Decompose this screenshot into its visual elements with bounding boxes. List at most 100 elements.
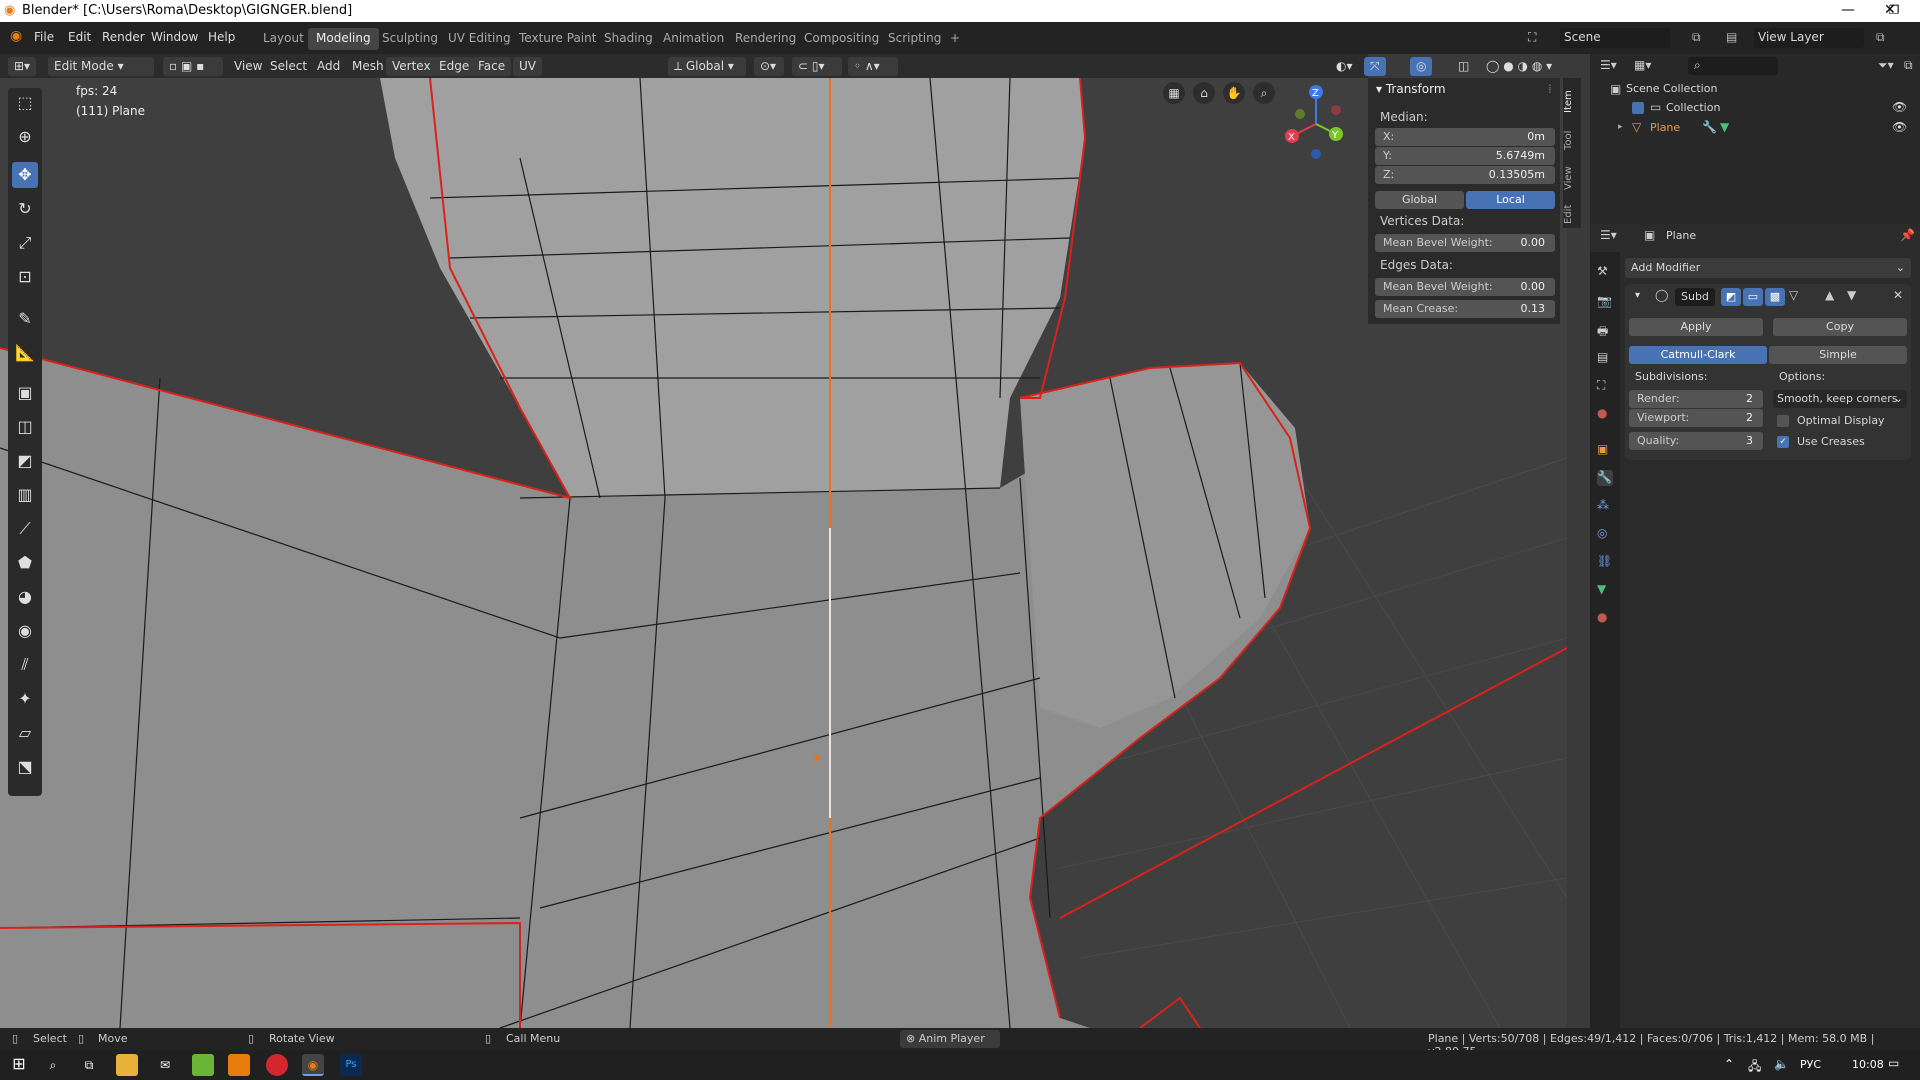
view-layer-icon[interactable]: ▤ <box>1726 30 1737 44</box>
move-icon[interactable]: ✥ <box>12 162 38 188</box>
task-view-icon[interactable]: ⧉ <box>78 1054 100 1076</box>
start-windows-icon[interactable]: ⊞ <box>8 1054 30 1076</box>
tab-edit[interactable]: Edit <box>1563 200 1581 228</box>
blender-taskbar-icon[interactable]: ◉ <box>302 1054 324 1076</box>
zoom-icon[interactable]: ⌕ <box>1253 82 1275 104</box>
3d-viewport[interactable]: fps: 24 (111) Plane ▦ ⌂ ✋ ⌕ Z X Y <box>0 78 1567 1028</box>
pin-icon[interactable]: 📌 <box>1900 228 1915 242</box>
overlay-toggle-icon[interactable]: ◎ <box>1410 57 1433 76</box>
menu-render[interactable]: Render <box>102 30 145 44</box>
viewport-toggle-icon[interactable]: ▭ <box>1743 288 1763 306</box>
tool-settings-icon[interactable]: ⚒ <box>1597 264 1613 280</box>
render-props-icon[interactable]: 📷 <box>1597 294 1613 310</box>
move-up-icon[interactable]: ▲ <box>1825 288 1834 302</box>
simple-button[interactable]: Simple <box>1769 346 1907 364</box>
close-button[interactable]: ✕ <box>1884 2 1896 18</box>
camera-icon[interactable]: ⌂ <box>1193 82 1215 104</box>
menu-help[interactable]: Help <box>208 30 235 44</box>
menu-edit[interactable]: Edit <box>68 30 91 44</box>
tab-item[interactable]: Item <box>1563 86 1581 118</box>
xray-icon[interactable]: ◫ <box>1452 57 1475 76</box>
file-explorer-icon[interactable] <box>116 1054 138 1076</box>
shrink-fatten-icon[interactable]: ✦ <box>12 686 38 712</box>
tab-tool[interactable]: Tool <box>1563 124 1581 156</box>
outliner-editor-icon[interactable]: ☰▾ <box>1600 58 1617 72</box>
app-green-icon[interactable] <box>192 1054 214 1076</box>
menu-vertex[interactable]: Vertex <box>386 57 437 76</box>
orientation-dropdown[interactable]: ⟂ Global ▾ <box>668 57 746 76</box>
tab-shading[interactable]: Shading <box>596 28 661 50</box>
minimize-button[interactable]: — <box>1825 0 1871 22</box>
editmode-toggle-icon[interactable]: ◩ <box>1721 288 1741 306</box>
mesh-data-props-icon[interactable]: ▼ <box>1597 582 1613 598</box>
cursor-icon[interactable]: ⊕ <box>12 124 38 150</box>
modifier-name-input[interactable]: Subd <box>1675 288 1715 306</box>
constraints-props-icon[interactable]: ⛓ <box>1597 554 1613 570</box>
new-view-layer-icon[interactable]: ⧉ <box>1876 30 1885 45</box>
shading-mode-group[interactable]: ◯ ● ◑ ◍ ▾ <box>1480 57 1576 76</box>
cancel-job-icon[interactable]: ⊗ <box>906 1032 915 1045</box>
tab-sculpting[interactable]: Sculpting <box>374 28 446 50</box>
mesh-data-icon[interactable]: ▼ <box>1720 120 1729 134</box>
extrude-icon[interactable]: ▣ <box>12 380 38 406</box>
menu-view[interactable]: View <box>228 57 268 76</box>
drag-handle-icon[interactable]: ⁞ <box>1548 82 1552 96</box>
expand-arrow-icon[interactable]: ▸ <box>1618 122 1623 132</box>
apply-button[interactable]: Apply <box>1629 318 1763 336</box>
tab-layout[interactable]: Layout <box>255 28 312 50</box>
collapse-arrow-icon[interactable]: ▾ <box>1635 290 1640 301</box>
bevel-icon[interactable]: ◩ <box>12 448 38 474</box>
scene-selector[interactable]: Scene <box>1560 28 1670 48</box>
tray-chevron-icon[interactable]: ⌃ <box>1724 1057 1734 1071</box>
copy-button[interactable]: Copy <box>1773 318 1907 336</box>
mean-bevel-vertex-field[interactable]: Mean Bevel Weight: 0.00 <box>1375 234 1555 252</box>
tab-compositing[interactable]: Compositing <box>796 28 887 50</box>
world-props-icon[interactable]: ● <box>1597 406 1613 422</box>
snap-icon[interactable]: ⊂ ▯▾ <box>792 57 842 76</box>
material-props-icon[interactable]: ● <box>1597 610 1613 626</box>
mean-bevel-edge-field[interactable]: Mean Bevel Weight: 0.00 <box>1375 278 1555 296</box>
use-creases-checkbox[interactable]: ✓ <box>1777 436 1789 448</box>
tab-view[interactable]: View <box>1563 162 1581 194</box>
gizmo-toggle-icon[interactable]: ⤧ <box>1364 57 1386 76</box>
render-levels-field[interactable]: Render: 2 <box>1629 390 1763 408</box>
edge-slide-icon[interactable]: ⫽ <box>12 652 38 678</box>
menu-edge[interactable]: Edge <box>433 57 476 76</box>
collection-checkbox[interactable] <box>1632 102 1644 114</box>
spin-icon[interactable]: ◕ <box>12 584 38 610</box>
rip-icon[interactable]: ⬔ <box>12 754 38 780</box>
tab-scripting[interactable]: Scripting <box>880 28 949 50</box>
tab-animation[interactable]: Animation <box>655 28 732 50</box>
view-layer-props-icon[interactable]: ▤ <box>1597 350 1613 366</box>
pivot-icon[interactable]: ⊙▾ <box>754 57 784 76</box>
menu-face[interactable]: Face <box>472 57 512 76</box>
language-indicator[interactable]: РУС <box>1800 1058 1821 1071</box>
clock[interactable]: 10:08 <box>1852 1058 1884 1071</box>
volume-icon[interactable]: 🔈 <box>1774 1057 1789 1071</box>
tab-rendering[interactable]: Rendering <box>727 28 804 50</box>
add-modifier-dropdown[interactable]: Add Modifier ⌄ <box>1625 258 1911 278</box>
tab-modeling[interactable]: Modeling <box>308 28 379 50</box>
menu-file[interactable]: File <box>34 30 54 44</box>
optimal-display-checkbox[interactable] <box>1777 415 1789 427</box>
transform-panel-header[interactable]: ▾ Transform <box>1376 82 1446 96</box>
blender-menu-icon[interactable]: ◉ <box>10 28 22 44</box>
proportional-edit-icon[interactable]: ◦ ∧▾ <box>848 57 898 76</box>
app-orange-icon[interactable] <box>228 1054 250 1076</box>
cage-toggle-icon[interactable]: ▽ <box>1789 288 1798 302</box>
filter-icon[interactable]: ⏷▾ <box>1878 58 1894 73</box>
plane-eye-icon[interactable]: 👁 <box>1892 120 1907 134</box>
particles-props-icon[interactable]: ⁂ <box>1597 498 1613 514</box>
shear-icon[interactable]: ▱ <box>12 720 38 746</box>
output-props-icon[interactable]: 🖶 <box>1597 322 1613 338</box>
select-mode-group[interactable]: ▫ ▣ ▪ <box>163 57 223 76</box>
grid-view-icon[interactable]: ▦ <box>1163 82 1185 104</box>
remove-modifier-icon[interactable]: ✕ <box>1893 288 1903 302</box>
menu-mesh[interactable]: Mesh <box>346 57 390 76</box>
anim-player-job[interactable]: ⊗ Anim Player <box>900 1030 1000 1048</box>
scale-icon[interactable]: ⤢ <box>12 230 38 256</box>
y-field[interactable]: Y: 5.6749m <box>1375 147 1555 165</box>
menu-select[interactable]: Select <box>264 57 313 76</box>
mean-crease-field[interactable]: Mean Crease: 0.13 <box>1375 300 1555 318</box>
properties-editor-icon[interactable]: ☰▾ <box>1600 228 1617 242</box>
